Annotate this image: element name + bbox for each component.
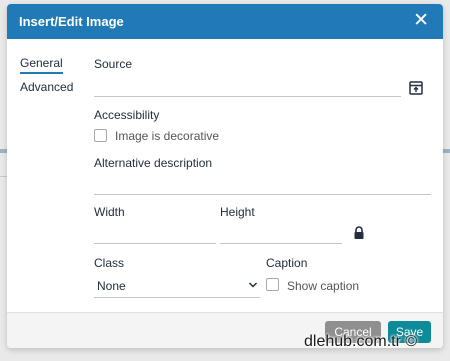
decorative-checkbox[interactable] (94, 129, 107, 142)
height-label: Height (220, 205, 255, 219)
lock-icon[interactable] (353, 226, 365, 240)
width-label: Width (94, 205, 125, 219)
dialog-tabs: General Advanced (20, 54, 82, 102)
alt-description-input[interactable] (94, 172, 431, 195)
width-input[interactable] (94, 221, 216, 244)
show-caption-label: Show caption (287, 279, 360, 293)
tab-advanced[interactable]: Advanced (20, 80, 82, 94)
insert-image-dialog: Insert/Edit Image ✕ General Advanced Sou… (7, 4, 443, 348)
class-select-value: None (97, 279, 126, 293)
height-input[interactable] (220, 221, 342, 244)
backdrop-accent-right (443, 149, 450, 153)
alt-description-label: Alternative description (94, 156, 213, 170)
chevron-down-icon (248, 282, 258, 288)
accessibility-label: Accessibility (94, 108, 160, 122)
class-select[interactable]: None (94, 275, 260, 298)
show-caption-checkbox[interactable] (266, 278, 279, 291)
dialog-header: Insert/Edit Image ✕ (7, 4, 443, 39)
browse-icon[interactable] (407, 79, 425, 97)
tab-general[interactable]: General (20, 56, 63, 74)
caption-label: Caption (266, 256, 308, 270)
backdrop-divider (0, 176, 7, 177)
source-label: Source (94, 57, 133, 71)
backdrop-accent (0, 149, 7, 153)
class-label: Class (94, 256, 125, 270)
close-icon[interactable]: ✕ (413, 11, 429, 30)
watermark: dlehub.com.tr © (304, 333, 418, 350)
source-input[interactable] (94, 74, 401, 97)
decorative-checkbox-label: Image is decorative (115, 129, 220, 143)
dialog-title: Insert/Edit Image (19, 14, 124, 29)
